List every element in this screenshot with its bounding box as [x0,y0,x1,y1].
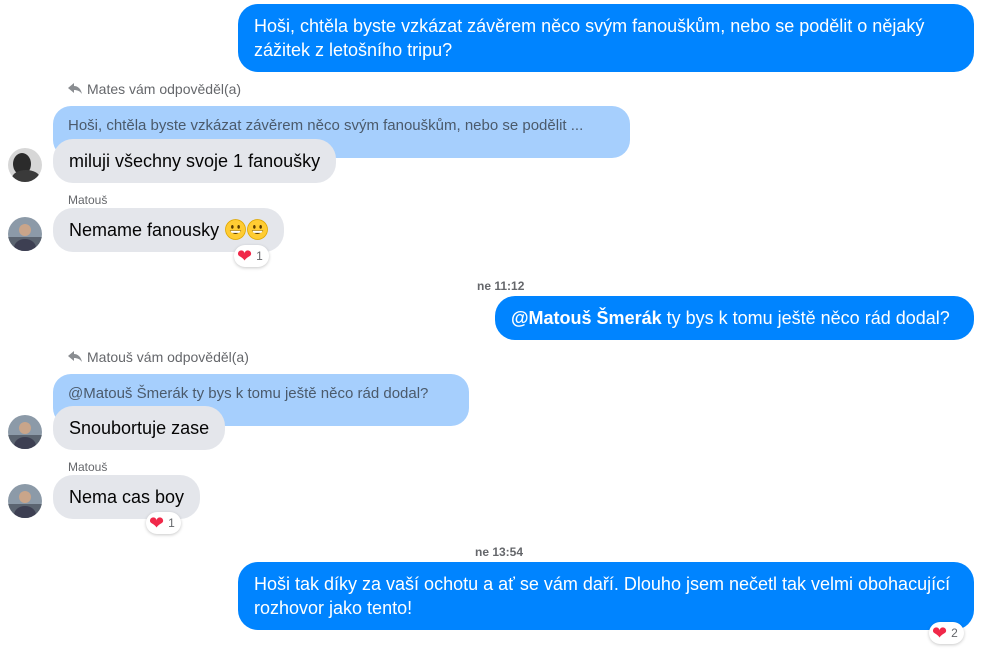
heart-icon: ❤ [237,246,253,266]
reply-header: Mates vám odpověděl(a) [68,81,241,97]
message-text: Nema cas boy [69,487,185,507]
timestamp: ne 13:54 [475,545,524,559]
reaction-badge[interactable]: ❤ 2 [929,622,964,644]
avatar[interactable] [8,217,42,251]
reaction-count: 1 [256,249,263,263]
sender-name: Matouš [68,460,108,474]
outgoing-message[interactable]: Hoši, chtěla byste vzkázat závěrem něco … [238,4,974,72]
reply-arrow-icon [68,83,82,95]
incoming-message[interactable]: Nema cas boy [53,475,201,519]
message-text: Nemame fanousky [69,220,220,240]
message-text: miluji všechny svoje 1 fanoušky [69,151,321,171]
reply-header-text: Mates vám odpověděl(a) [87,81,242,97]
avatar[interactable] [8,415,42,449]
outgoing-message[interactable]: @Matouš Šmerák ty bys k tomu ještě něco … [495,296,974,340]
grinning-face-icon [247,219,268,240]
quoted-text: @Matouš Šmerák ty bys k tomu ještě něco … [68,385,429,402]
message-text: Hoši tak díky za vaší ochotu a ať se vám… [254,574,951,618]
avatar[interactable] [8,148,42,182]
heart-icon: ❤ [149,513,165,533]
avatar[interactable] [8,484,42,518]
timestamp: ne 11:12 [477,279,525,293]
reply-header-text: Matouš vám odpověděl(a) [87,349,249,365]
reply-arrow-icon [68,351,82,363]
reaction-count: 2 [951,626,958,640]
reaction-count: 1 [168,516,175,530]
quoted-text: Hoši, chtěla byste vzkázat závěrem něco … [68,117,584,134]
mention[interactable]: @Matouš Šmerák [511,308,662,328]
incoming-message[interactable]: Snoubortuje zase [53,406,226,450]
incoming-message[interactable]: miluji všechny svoje 1 fanoušky [53,139,337,183]
reply-header: Matouš vám odpověděl(a) [68,349,249,365]
heart-icon: ❤ [932,623,948,643]
message-text: ty bys k tomu ještě něco rád dodal? [661,308,950,328]
reaction-badge[interactable]: ❤ 1 [234,245,269,267]
outgoing-message[interactable]: Hoši tak díky za vaší ochotu a ať se vám… [238,562,974,630]
message-text: Snoubortuje zase [69,418,210,438]
sender-name: Matouš [68,193,108,207]
reaction-badge[interactable]: ❤ 1 [146,512,181,534]
grinning-face-icon [225,219,246,240]
message-text: Hoši, chtěla byste vzkázat závěrem něco … [254,16,925,60]
